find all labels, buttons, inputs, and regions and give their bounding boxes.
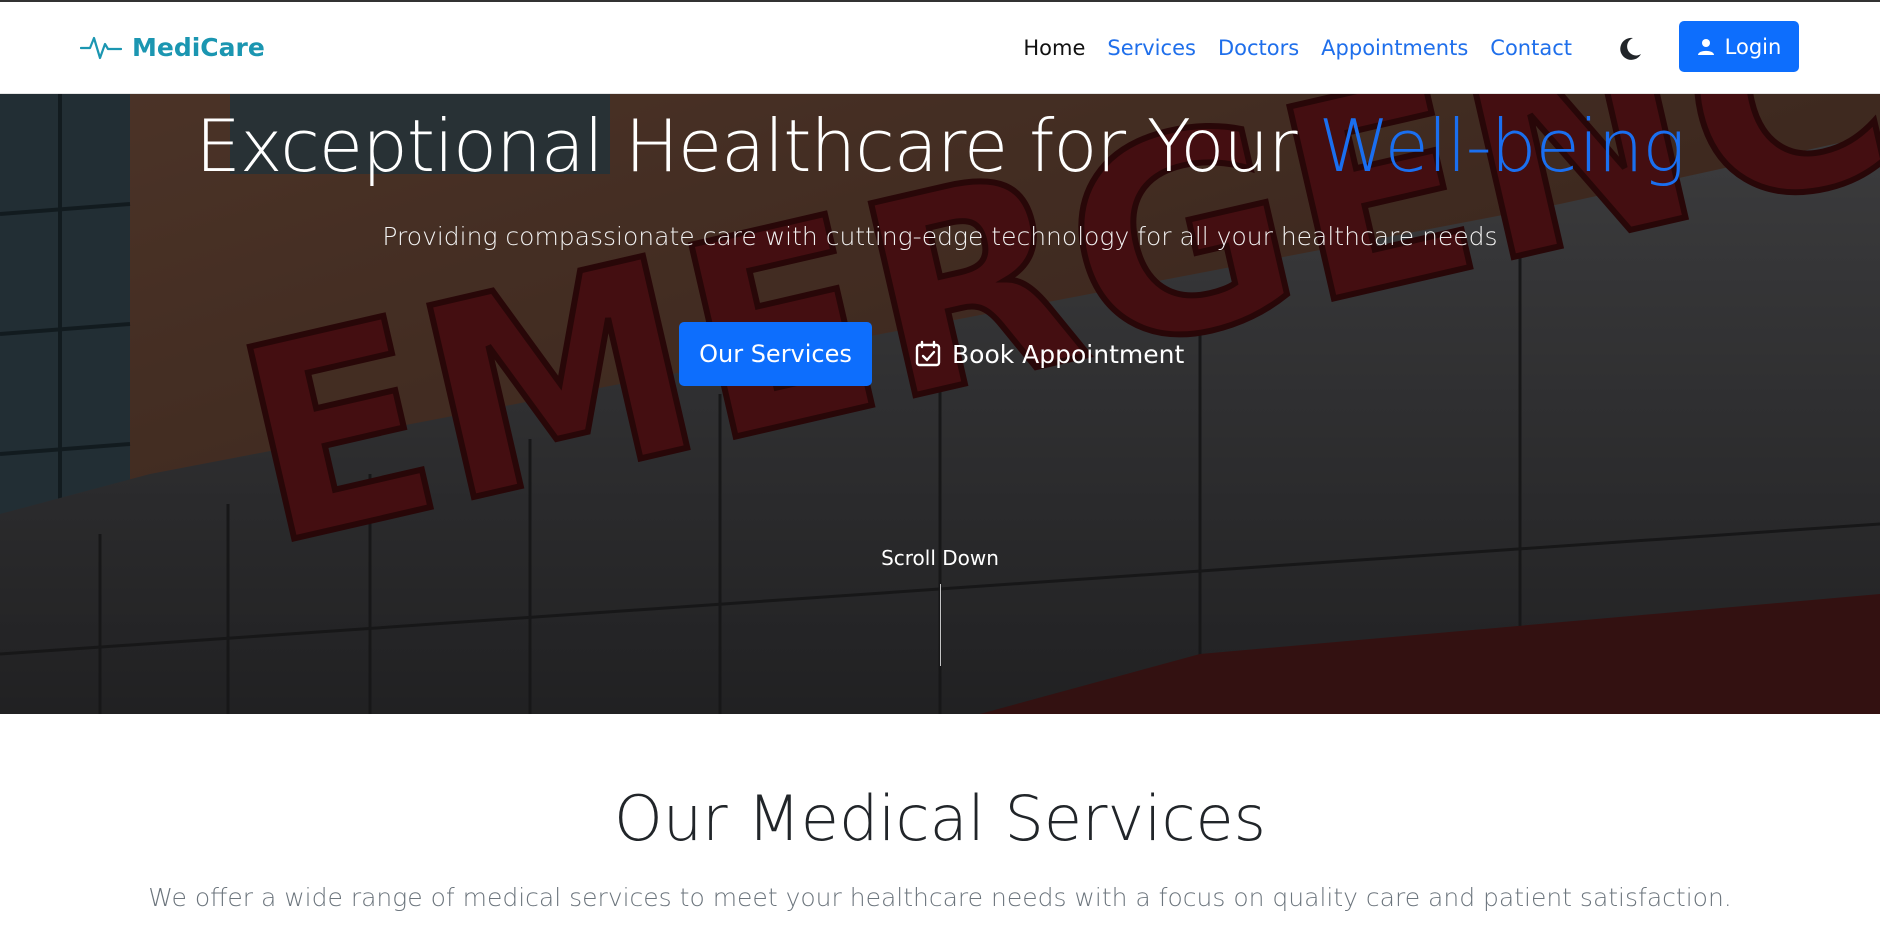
hero-title-accent: Well-being [1318, 104, 1686, 188]
moon-icon [1620, 37, 1641, 60]
hero-subtitle: Providing compassionate care with cuttin… [382, 222, 1498, 251]
book-appointment-label: Book Appointment [952, 339, 1185, 369]
brand-logo-link[interactable]: MediCare [80, 32, 265, 62]
user-icon [1697, 38, 1714, 55]
scroll-down-link[interactable]: Scroll Down [840, 546, 1040, 570]
calendar-check-icon [915, 340, 941, 367]
navbar: MediCare Home Services Doctors Appointme… [0, 2, 1880, 94]
services-title: Our Medical Services [614, 782, 1266, 855]
hero-title: Exceptional Healthcare for Your Well-bei… [0, 104, 1880, 188]
hero-section: EMERGENCY Exceptional Healthcare for You… [0, 94, 1880, 714]
nav-links: Home Services Doctors Appointments Conta… [1023, 36, 1572, 60]
our-services-button[interactable]: Our Services [679, 322, 872, 386]
nav-link-services[interactable]: Services [1107, 36, 1196, 60]
book-appointment-button[interactable]: Book Appointment [906, 322, 1192, 386]
nav-link-appointments[interactable]: Appointments [1321, 36, 1468, 60]
hero-title-main: Exceptional Healthcare for Your [195, 104, 1319, 188]
brand-name: MediCare [132, 32, 265, 62]
scroll-indicator-line [940, 584, 941, 666]
nav-link-contact[interactable]: Contact [1490, 36, 1572, 60]
nav-link-doctors[interactable]: Doctors [1218, 36, 1299, 60]
nav-link-home[interactable]: Home [1023, 36, 1085, 60]
services-description: We offer a wide range of medical service… [148, 883, 1732, 912]
login-button[interactable]: Login [1679, 21, 1799, 72]
heartbeat-icon [80, 36, 122, 60]
theme-toggle-button[interactable] [1616, 35, 1644, 63]
login-label: Login [1724, 34, 1782, 59]
